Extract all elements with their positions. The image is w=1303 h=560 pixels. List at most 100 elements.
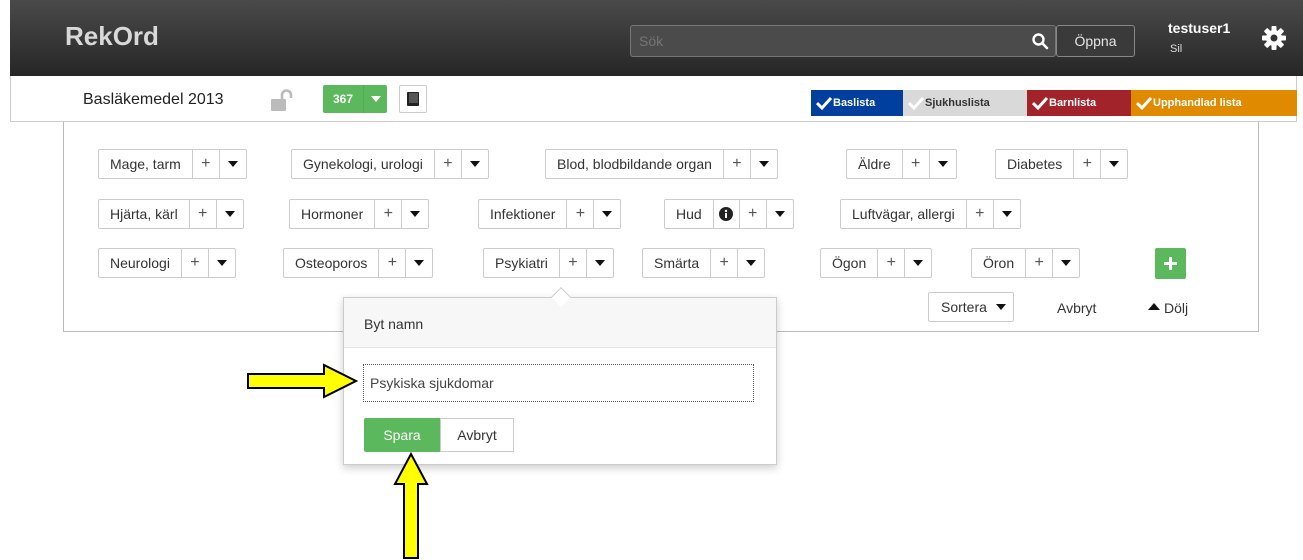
chevron-down-icon[interactable]	[905, 249, 931, 277]
chevron-down-icon[interactable]	[751, 150, 777, 178]
count-dropdown[interactable]: 367	[323, 85, 387, 113]
count-button[interactable]: 367	[323, 85, 363, 113]
cancel-button[interactable]: Avbryt	[440, 418, 514, 452]
category-diabetes: Diabetes +	[995, 149, 1129, 179]
category-hjarta-karl: Hjärta, kärl +	[98, 199, 244, 229]
chevron-down-icon	[996, 304, 1006, 310]
chevron-down-icon[interactable]	[1053, 249, 1079, 277]
chevron-down-icon[interactable]	[767, 200, 793, 228]
chevron-down-icon[interactable]	[930, 150, 956, 178]
chevron-down-icon[interactable]	[406, 249, 432, 277]
category-label[interactable]: Mage, tarm	[99, 150, 193, 178]
category-label[interactable]: Luftvägar, allergi	[841, 200, 967, 228]
annotation-arrow-up-icon	[393, 452, 429, 559]
search-box[interactable]	[630, 25, 1056, 57]
list-tag-label: Baslista	[833, 97, 876, 109]
add-category-button[interactable]	[1155, 248, 1186, 279]
category-blod: Blod, blodbildande organ +	[545, 149, 778, 179]
chevron-down-icon[interactable]	[587, 249, 613, 277]
plus-icon[interactable]: +	[567, 200, 595, 228]
hide-link[interactable]: Dölj	[1148, 300, 1188, 316]
category-neurologi: Neurologi +	[98, 248, 236, 278]
app-root: RekOrd Öppna testuser1 Sil Basläkemedel …	[0, 0, 1303, 560]
chevron-down-icon[interactable]	[220, 150, 246, 178]
username[interactable]: testuser1	[1168, 20, 1230, 36]
check-icon	[1032, 96, 1048, 110]
plus-icon[interactable]: +	[375, 200, 403, 228]
top-navbar: RekOrd Öppna testuser1 Sil	[10, 0, 1303, 76]
category-osteoporos: Osteoporos +	[283, 248, 434, 278]
rename-input[interactable]	[363, 364, 754, 402]
info-icon[interactable]	[714, 200, 740, 228]
category-label[interactable]: Öron	[972, 249, 1027, 277]
chevron-up-icon	[1148, 303, 1160, 310]
plus-icon[interactable]: +	[967, 200, 994, 228]
plus-icon[interactable]: +	[740, 200, 767, 228]
sort-label: Sortera	[941, 299, 987, 315]
plus-icon[interactable]: +	[435, 150, 462, 178]
chevron-down-icon[interactable]	[994, 200, 1020, 228]
list-tag-sjukhuslista[interactable]: Sjukhuslista	[903, 90, 1027, 116]
sort-button[interactable]: Sortera	[928, 292, 1014, 322]
book-button[interactable]	[399, 85, 427, 113]
list-tag-upphandlad[interactable]: Upphandlad lista	[1131, 90, 1297, 116]
category-luftvagar: Luftvägar, allergi +	[840, 199, 1021, 229]
category-label[interactable]: Hjärta, kärl	[99, 200, 190, 228]
search-icon[interactable]	[1031, 32, 1049, 50]
chevron-down-icon[interactable]	[402, 200, 428, 228]
chevron-down-icon[interactable]	[363, 85, 387, 113]
brand-logo[interactable]: RekOrd	[65, 21, 159, 52]
category-label[interactable]: Hormoner	[290, 200, 376, 228]
chevron-down-icon[interactable]	[738, 249, 764, 277]
document-toolbar: Basläkemedel 2013 367 Baslista Sjukhusli…	[10, 76, 1297, 122]
chevron-down-icon[interactable]	[1101, 150, 1127, 178]
gear-icon[interactable]	[1261, 25, 1287, 51]
search-input[interactable]	[639, 33, 1009, 49]
open-button[interactable]: Öppna	[1056, 25, 1135, 57]
category-label[interactable]: Hud	[665, 200, 714, 228]
category-label[interactable]: Psykiatri	[484, 249, 560, 277]
save-button[interactable]: Spara	[364, 418, 440, 452]
plus-icon[interactable]: +	[878, 249, 906, 277]
category-label[interactable]: Diabetes	[996, 150, 1075, 178]
chevron-down-icon[interactable]	[217, 200, 243, 228]
plus-icon[interactable]: +	[724, 150, 751, 178]
category-label[interactable]: Infektioner	[479, 200, 568, 228]
category-label[interactable]: Blod, blodbildande organ	[546, 150, 724, 178]
plus-icon	[1164, 257, 1177, 270]
plus-icon[interactable]: +	[379, 249, 407, 277]
category-label[interactable]: Ögon	[821, 249, 879, 277]
list-tag-baslista[interactable]: Baslista	[811, 90, 903, 116]
plus-icon[interactable]: +	[903, 150, 930, 178]
list-tag-barnlista[interactable]: Barnlista	[1027, 90, 1131, 116]
category-ogon: Ögon +	[820, 248, 933, 278]
document-title: Basläkemedel 2013	[83, 91, 224, 108]
category-smarta: Smärta +	[642, 248, 766, 278]
user-organization: Sil	[1170, 43, 1183, 55]
list-tag-label: Barnlista	[1049, 97, 1097, 109]
plus-icon[interactable]: +	[1026, 249, 1054, 277]
plus-icon[interactable]: +	[711, 249, 739, 277]
plus-icon[interactable]: +	[190, 200, 217, 228]
check-icon	[1136, 96, 1152, 110]
book-icon	[407, 92, 419, 106]
category-aldre: Äldre +	[846, 149, 957, 179]
cancel-link[interactable]: Avbryt	[1057, 300, 1096, 316]
category-label[interactable]: Äldre	[847, 150, 903, 178]
annotation-arrow-right-icon	[247, 363, 358, 399]
category-label[interactable]: Neurologi	[99, 249, 182, 277]
plus-icon[interactable]: +	[560, 249, 587, 277]
list-tag-label: Sjukhuslista	[925, 97, 990, 109]
check-icon	[908, 96, 924, 110]
plus-icon[interactable]: +	[182, 249, 209, 277]
unlock-icon[interactable]	[269, 88, 293, 112]
chevron-down-icon[interactable]	[594, 200, 620, 228]
category-hormoner: Hormoner +	[289, 199, 430, 229]
plus-icon[interactable]: +	[1074, 150, 1102, 178]
category-label[interactable]: Osteoporos	[284, 249, 380, 277]
chevron-down-icon[interactable]	[462, 150, 488, 178]
category-label[interactable]: Gynekologi, urologi	[292, 150, 435, 178]
plus-icon[interactable]: +	[193, 150, 220, 178]
chevron-down-icon[interactable]	[209, 249, 235, 277]
category-label[interactable]: Smärta	[643, 249, 712, 277]
